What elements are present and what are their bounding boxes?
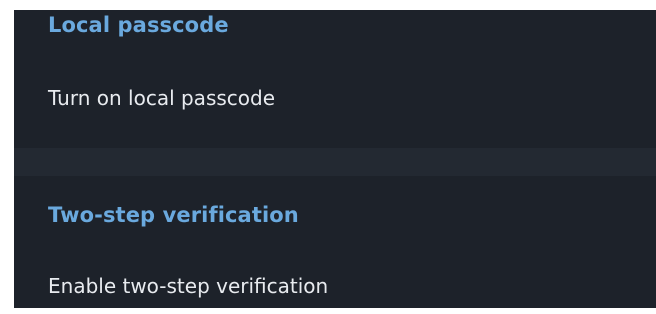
turn-on-local-passcode-item[interactable]: Turn on local passcode — [14, 70, 656, 126]
section-title-two-step-verification: Two-step verification — [48, 203, 299, 227]
privacy-security-panel: Local passcode Turn on local passcode Tw… — [14, 10, 656, 308]
enable-two-step-verification-item[interactable]: Enable two-step verification — [14, 258, 656, 314]
section-separator — [14, 148, 656, 176]
turn-on-local-passcode-label: Turn on local passcode — [48, 86, 276, 110]
enable-two-step-verification-label: Enable two-step verification — [48, 274, 329, 298]
section-title-local-passcode: Local passcode — [48, 13, 229, 37]
